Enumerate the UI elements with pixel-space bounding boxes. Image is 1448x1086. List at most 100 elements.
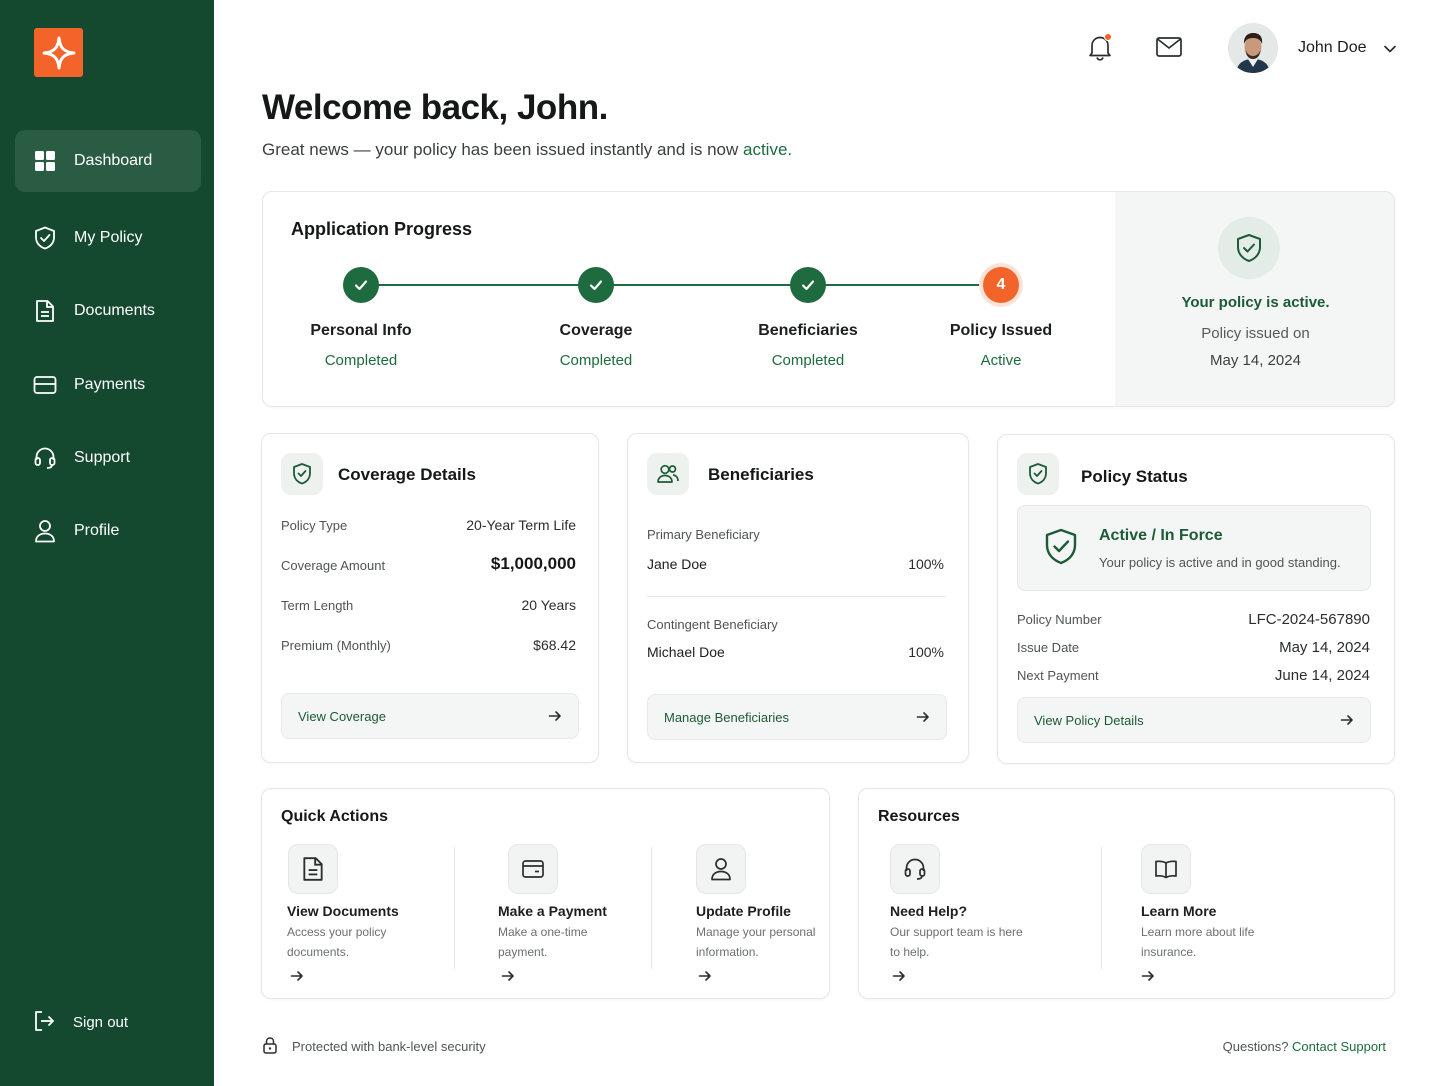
sidebar-item-documents[interactable]: Documents (15, 280, 201, 342)
kv-value: 20 Years (521, 597, 577, 613)
arrow-right-icon[interactable] (698, 969, 712, 983)
grid-icon (33, 149, 57, 173)
step-3-check (790, 267, 826, 303)
button-label: View Policy Details (1034, 712, 1144, 728)
step-2-check (578, 267, 614, 303)
sign-out-button[interactable]: Sign out (33, 1010, 128, 1034)
sidebar-item-support[interactable]: Support (15, 427, 201, 489)
view-policy-details-button[interactable]: View Policy Details (1017, 697, 1371, 743)
sidebar-item-label: Profile (74, 522, 120, 539)
step-status: Completed (559, 352, 633, 369)
page-title: Welcome back, John. (262, 88, 608, 127)
headset-icon (904, 858, 926, 880)
step-status: Active (980, 352, 1022, 369)
quick-actions-card: Quick Actions View Documents Access your… (261, 788, 830, 999)
beneficiaries-title: Beneficiaries (708, 465, 814, 484)
messages-button[interactable] (1155, 34, 1183, 60)
view-documents-action-icon[interactable] (288, 844, 338, 894)
app-logo[interactable] (34, 28, 83, 77)
progress-track (361, 284, 1001, 286)
shield-check-icon (1237, 234, 1261, 262)
resource-title[interactable]: Learn More (1141, 903, 1216, 919)
quick-actions-title: Quick Actions (281, 808, 388, 825)
kv-label: Issue Date (1017, 640, 1080, 655)
resource-title[interactable]: Need Help? (890, 903, 967, 919)
sidebar-item-profile[interactable]: Profile (15, 500, 201, 562)
step-label: Personal Info (310, 322, 412, 339)
user-name[interactable]: John Doe (1298, 39, 1367, 57)
shield-check-badge (1218, 217, 1280, 279)
kv-value: 20-Year Term Life (466, 517, 576, 533)
sidebar-item-my-policy[interactable]: My Policy (15, 207, 201, 269)
learn-more-icon[interactable] (1141, 844, 1191, 894)
kv-label: Premium (Monthly) (281, 638, 391, 653)
quick-action-title[interactable]: Make a Payment (498, 903, 607, 919)
credit-card-icon (33, 373, 57, 397)
sidebar-item-payments[interactable]: Payments (15, 354, 201, 416)
divider (647, 596, 946, 597)
need-help-icon[interactable] (890, 844, 940, 894)
quick-action-title[interactable]: View Documents (287, 903, 399, 919)
sign-out-label: Sign out (73, 1013, 129, 1031)
step-status: Completed (771, 352, 845, 369)
sign-out-icon (33, 1010, 57, 1034)
arrow-right-icon (916, 712, 929, 722)
resource-description: Learn more about life insurance. (1141, 925, 1255, 959)
check-icon (801, 280, 815, 291)
kv-label: Term Length (281, 598, 354, 613)
arrow-right-icon[interactable] (892, 969, 906, 983)
wallet-icon (522, 860, 544, 878)
view-coverage-button[interactable]: View Coverage (281, 693, 579, 739)
avatar[interactable] (1228, 23, 1278, 73)
subtitle-highlight: active. (742, 140, 793, 159)
user-icon (33, 519, 57, 543)
mail-icon (1156, 37, 1182, 57)
arrow-right-icon (548, 711, 561, 721)
policy-number: LFC-2024-567890 (1248, 611, 1370, 628)
shield-icon (33, 226, 57, 250)
button-label: View Coverage (298, 708, 386, 724)
sparkle-logo-icon (42, 36, 75, 69)
arrow-right-icon[interactable] (1141, 969, 1155, 983)
progress-title: Application Progress (291, 219, 473, 239)
check-icon (354, 280, 368, 291)
sidebar-item-dashboard[interactable]: Dashboard (15, 130, 201, 192)
policy-issued-label: Policy issued on (1201, 325, 1310, 342)
step-label: Coverage (559, 322, 633, 339)
beneficiaries-card: Beneficiaries Primary Beneficiary Jane D… (627, 433, 969, 763)
step-label: Policy Issued (949, 322, 1053, 339)
quick-action-description: Make a one-time payment. (498, 925, 588, 959)
contact-support-link[interactable]: Contact Support (1292, 1039, 1386, 1054)
sidebar-item-label: Payments (74, 376, 146, 393)
kv-value: $68.42 (533, 637, 576, 653)
issue-date: May 14, 2024 (1279, 639, 1370, 656)
sidebar-item-label: Support (74, 449, 131, 466)
coverage-details-card: Coverage Details Policy Type 20-Year Ter… (261, 433, 599, 763)
shield-check-icon (293, 463, 311, 485)
arrow-right-icon[interactable] (501, 969, 515, 983)
shield-check-icon (1045, 528, 1077, 565)
button-label: Manage Beneficiaries (664, 709, 790, 725)
primary-beneficiary-name: Jane Doe (647, 556, 707, 572)
quick-action-description: Access your policy documents. (287, 925, 387, 959)
users-icon (657, 464, 679, 483)
policy-issued-date: May 14, 2024 (1210, 352, 1301, 369)
kv-label: Policy Number (1017, 612, 1102, 627)
user-menu-toggle[interactable] (1383, 42, 1397, 56)
make-payment-action-icon[interactable] (508, 844, 558, 894)
quick-action-title[interactable]: Update Profile (696, 903, 791, 919)
status-title: Active / In Force (1099, 527, 1223, 544)
update-profile-action-icon[interactable] (696, 844, 746, 894)
sidebar-item-label: Documents (74, 302, 155, 319)
arrow-right-icon[interactable] (290, 969, 304, 983)
page-subtitle: Great news — your policy has been issued… (262, 140, 792, 160)
manage-beneficiaries-button[interactable]: Manage Beneficiaries (647, 694, 947, 740)
policy-status-icon-badge (1017, 453, 1059, 495)
lock-icon (263, 1037, 277, 1054)
document-icon (33, 299, 57, 323)
beneficiaries-icon-badge (647, 453, 689, 495)
headset-icon (33, 446, 57, 470)
kv-label: Policy Type (281, 518, 348, 533)
notifications-button[interactable] (1085, 32, 1115, 62)
sidebar-item-label: Dashboard (74, 152, 153, 169)
